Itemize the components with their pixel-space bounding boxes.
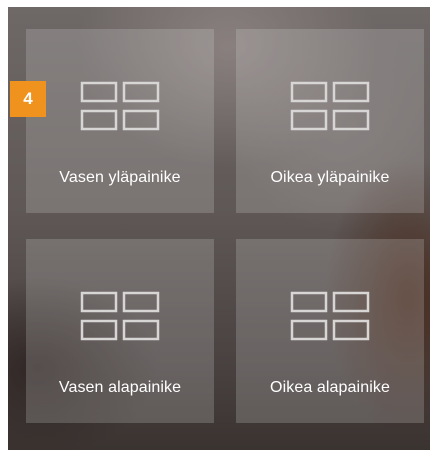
step-number-badge: 4 xyxy=(10,81,46,117)
grid-icon xyxy=(290,291,370,341)
upper-right-button[interactable]: Oikea yläpainike xyxy=(236,29,424,213)
grid-icon xyxy=(80,81,160,131)
lower-left-button-label: Vasen alapainike xyxy=(58,379,182,396)
lower-left-button[interactable]: Vasen alapainike xyxy=(26,239,214,423)
grid-icon xyxy=(290,81,370,131)
upper-right-button-label: Oikea yläpainike xyxy=(270,169,390,186)
button-panel: Vasen yläpainike Oikea yläpainike Vasen … xyxy=(8,7,430,450)
grid-icon xyxy=(80,291,160,341)
upper-left-button-label: Vasen yläpainike xyxy=(59,169,181,186)
upper-left-button[interactable]: Vasen yläpainike xyxy=(26,29,214,213)
lower-right-button[interactable]: Oikea alapainike xyxy=(236,239,424,423)
lower-right-button-label: Oikea alapainike xyxy=(270,379,390,396)
